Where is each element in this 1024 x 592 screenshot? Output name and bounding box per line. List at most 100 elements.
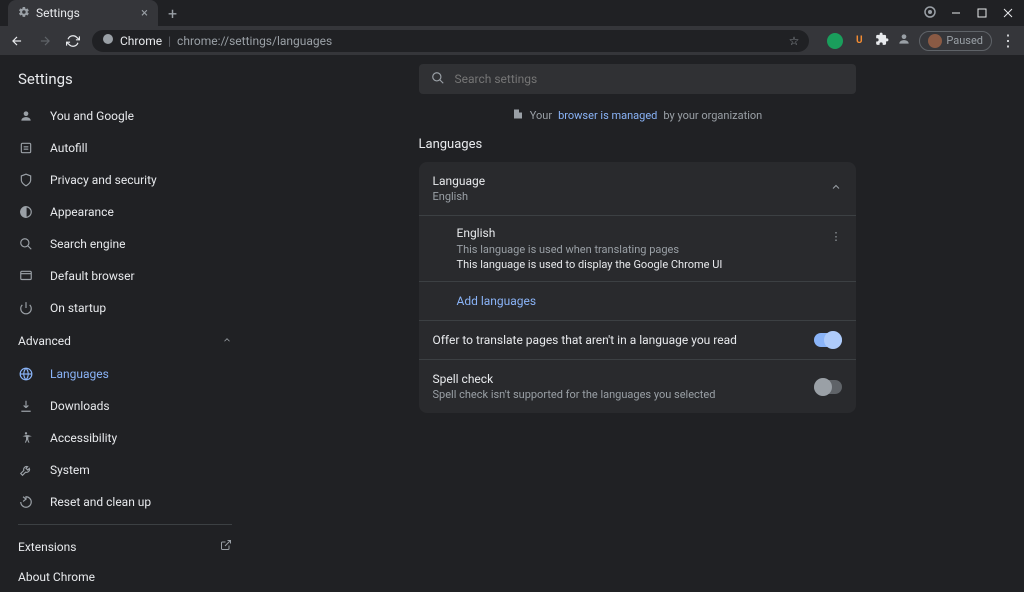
banner-suffix: by your organization xyxy=(663,109,762,122)
advanced-label: Advanced xyxy=(18,334,71,348)
sidebar-item-label: System xyxy=(50,463,90,477)
appearance-icon xyxy=(18,204,34,220)
sidebar-item-accessibility[interactable]: Accessibility xyxy=(0,422,250,454)
tab-title: Settings xyxy=(36,6,80,20)
accessibility-icon xyxy=(18,430,34,446)
sidebar-item-label: Languages xyxy=(50,367,109,381)
sidebar-item-label: On startup xyxy=(50,301,106,315)
minimize-button[interactable] xyxy=(950,7,962,19)
settings-heading: Settings xyxy=(0,70,250,100)
url-chip: Chrome xyxy=(120,34,162,48)
sidebar-item-label: Appearance xyxy=(50,205,114,219)
search-icon xyxy=(431,71,445,88)
search-settings-box[interactable] xyxy=(419,64,856,94)
sidebar-item-label: Default browser xyxy=(50,269,135,283)
sidebar-item-label: Accessibility xyxy=(50,431,117,445)
tab-close-icon[interactable]: × xyxy=(141,6,148,21)
spellcheck-toggle[interactable] xyxy=(814,380,842,394)
sidebar-item-appearance[interactable]: Appearance xyxy=(0,196,250,228)
autofill-icon xyxy=(18,140,34,156)
add-languages-link[interactable]: Add languages xyxy=(419,282,856,321)
section-title: Languages xyxy=(419,137,856,152)
sidebar-divider xyxy=(18,524,232,525)
toolbar-extensions: U Paused ⋮ xyxy=(819,31,1016,51)
sidebar-item-reset[interactable]: Reset and clean up xyxy=(0,486,250,518)
search-icon xyxy=(18,236,34,252)
titlebar: Settings × + xyxy=(0,0,1024,26)
sidebar-item-label: You and Google xyxy=(50,109,134,123)
sidebar-item-label: Autofill xyxy=(50,141,88,155)
language-label: Language xyxy=(433,174,830,188)
language-ui-note: This language is used to display the Goo… xyxy=(457,258,842,271)
sidebar-item-search-engine[interactable]: Search engine xyxy=(0,228,250,260)
browser-tab[interactable]: Settings × xyxy=(8,0,158,26)
reset-icon xyxy=(18,494,34,510)
translate-label: Offer to translate pages that aren't in … xyxy=(433,333,814,347)
maximize-button[interactable] xyxy=(976,7,988,19)
extension-u-icon[interactable]: U xyxy=(851,33,867,49)
building-icon xyxy=(512,108,524,123)
sidebar-item-label: Reset and clean up xyxy=(50,495,151,509)
sidebar-item-label: Search engine xyxy=(50,237,125,251)
chevron-up-icon[interactable] xyxy=(830,181,842,196)
url-separator: | xyxy=(168,34,171,48)
globe-icon xyxy=(18,366,34,382)
extension-green-icon[interactable] xyxy=(827,33,843,49)
sidebar-item-downloads[interactable]: Downloads xyxy=(0,390,250,422)
paused-label: Paused xyxy=(946,34,983,47)
site-info-icon[interactable] xyxy=(102,33,114,48)
sidebar-item-on-startup[interactable]: On startup xyxy=(0,292,250,324)
browser-managed-link[interactable]: browser is managed xyxy=(558,109,657,122)
back-button[interactable] xyxy=(8,34,26,48)
person-icon xyxy=(18,108,34,124)
sidebar-item-privacy[interactable]: Privacy and security xyxy=(0,164,250,196)
sidebar-item-label: Privacy and security xyxy=(50,173,157,187)
sidebar-item-autofill[interactable]: Autofill xyxy=(0,132,250,164)
reload-button[interactable] xyxy=(64,34,82,48)
sidebar-item-default-browser[interactable]: Default browser xyxy=(0,260,250,292)
profile-paused-chip[interactable]: Paused xyxy=(919,31,992,51)
sidebar-about-link[interactable]: About Chrome xyxy=(0,562,250,592)
chevron-up-icon xyxy=(222,334,232,348)
spellcheck-sub: Spell check isn't supported for the lang… xyxy=(433,388,814,401)
browser-toolbar: Chrome | chrome://settings/languages ☆ U… xyxy=(0,26,1024,56)
gear-icon xyxy=(18,6,30,21)
language-detail-row: English This language is used when trans… xyxy=(419,216,856,282)
record-icon[interactable] xyxy=(924,6,936,21)
close-window-button[interactable] xyxy=(1002,7,1014,19)
translate-toggle[interactable] xyxy=(814,333,842,347)
sidebar-item-languages[interactable]: Languages xyxy=(0,358,250,390)
managed-banner: Your browser is managed by your organiza… xyxy=(512,108,762,123)
extensions-puzzle-icon[interactable] xyxy=(875,31,889,50)
window-controls xyxy=(924,6,1024,21)
sidebar-advanced-toggle[interactable]: Advanced xyxy=(0,324,250,358)
address-bar[interactable]: Chrome | chrome://settings/languages ☆ xyxy=(92,30,809,52)
sidebar-item-you-and-google[interactable]: You and Google xyxy=(0,100,250,132)
languages-section: Languages Language English English This … xyxy=(419,137,856,413)
settings-main: Your browser is managed by your organiza… xyxy=(250,56,1024,549)
browser-menu-icon[interactable]: ⋮ xyxy=(1000,31,1016,50)
power-icon xyxy=(18,300,34,316)
about-label: About Chrome xyxy=(18,570,95,584)
sidebar-item-label: Downloads xyxy=(50,399,110,413)
bookmark-star-icon[interactable]: ☆ xyxy=(789,34,800,48)
search-settings-input[interactable] xyxy=(455,72,844,86)
profile-icon[interactable] xyxy=(897,31,911,50)
sidebar-item-system[interactable]: System xyxy=(0,454,250,486)
avatar-icon xyxy=(928,34,942,48)
external-link-icon xyxy=(220,539,232,554)
extensions-label: Extensions xyxy=(18,540,76,554)
new-tab-button[interactable]: + xyxy=(168,4,177,23)
url-text: chrome://settings/languages xyxy=(177,34,332,48)
sidebar-extensions-link[interactable]: Extensions xyxy=(0,531,250,562)
spellcheck-row: Spell check Spell check isn't supported … xyxy=(419,360,856,413)
shield-icon xyxy=(18,172,34,188)
language-more-icon[interactable]: ⋮ xyxy=(831,230,842,243)
language-translate-note: This language is used when translating p… xyxy=(457,243,842,256)
language-name: English xyxy=(457,226,842,240)
forward-button[interactable] xyxy=(36,34,54,48)
languages-card: Language English English This language i… xyxy=(419,162,856,413)
spellcheck-label: Spell check xyxy=(433,372,814,386)
translate-toggle-row: Offer to translate pages that aren't in … xyxy=(419,321,856,360)
language-header-row[interactable]: Language English xyxy=(419,162,856,216)
